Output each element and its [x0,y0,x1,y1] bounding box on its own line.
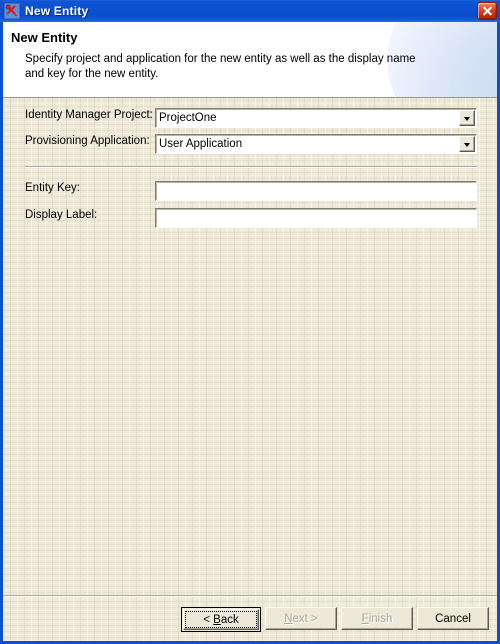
wizard-banner: New Entity Specify project and applicati… [3,22,497,98]
finish-button-label: Finish [361,612,393,625]
application-selected-value: User Application [159,138,243,150]
field-group-separator [25,166,477,168]
button-row: < Back Next > Finish Cancel [181,607,489,632]
new-entity-dialog: New Entity New Entity Specify project an… [0,0,500,644]
page-description: Specify project and application for the … [25,53,416,80]
display-label-input[interactable] [155,208,477,228]
back-button[interactable]: < Back [181,607,261,632]
wizard-page-body: Identity Manager Project: ProjectOne Pro… [3,98,497,614]
entity-key-input[interactable] [155,181,477,201]
finish-button[interactable]: Finish [341,607,413,630]
page-title: New Entity [11,30,78,45]
window-title: New Entity [25,4,89,18]
project-label: Identity Manager Project: [25,109,153,121]
dialog-button-bar: < Back Next > Finish Cancel [3,595,497,641]
chevron-down-icon[interactable] [459,136,475,152]
field-row-entity-key: Entity Key: [25,182,153,194]
titlebar[interactable]: New Entity [0,0,500,22]
novell-entity-icon [4,3,20,19]
cancel-button[interactable]: Cancel [417,607,489,630]
back-button-label: < Back [203,613,239,626]
field-row-application: Provisioning Application: [25,135,153,147]
project-selected-value: ProjectOne [159,112,217,124]
application-combobox[interactable]: User Application [155,134,477,154]
chevron-down-icon[interactable] [459,110,475,126]
button-bar-separator [3,595,497,597]
dialog-client-area: New Entity Specify project and applicati… [3,22,497,641]
display-label-label: Display Label: [25,209,98,221]
cancel-button-label: Cancel [435,612,471,625]
project-combobox[interactable]: ProjectOne [155,108,477,128]
field-row-project: Identity Manager Project: [25,109,153,121]
next-button-label: Next > [284,612,318,625]
entity-key-label: Entity Key: [25,182,80,194]
application-label: Provisioning Application: [25,135,150,147]
close-icon[interactable] [477,2,497,20]
next-button[interactable]: Next > [265,607,337,630]
field-row-display-label: Display Label: [25,209,153,221]
